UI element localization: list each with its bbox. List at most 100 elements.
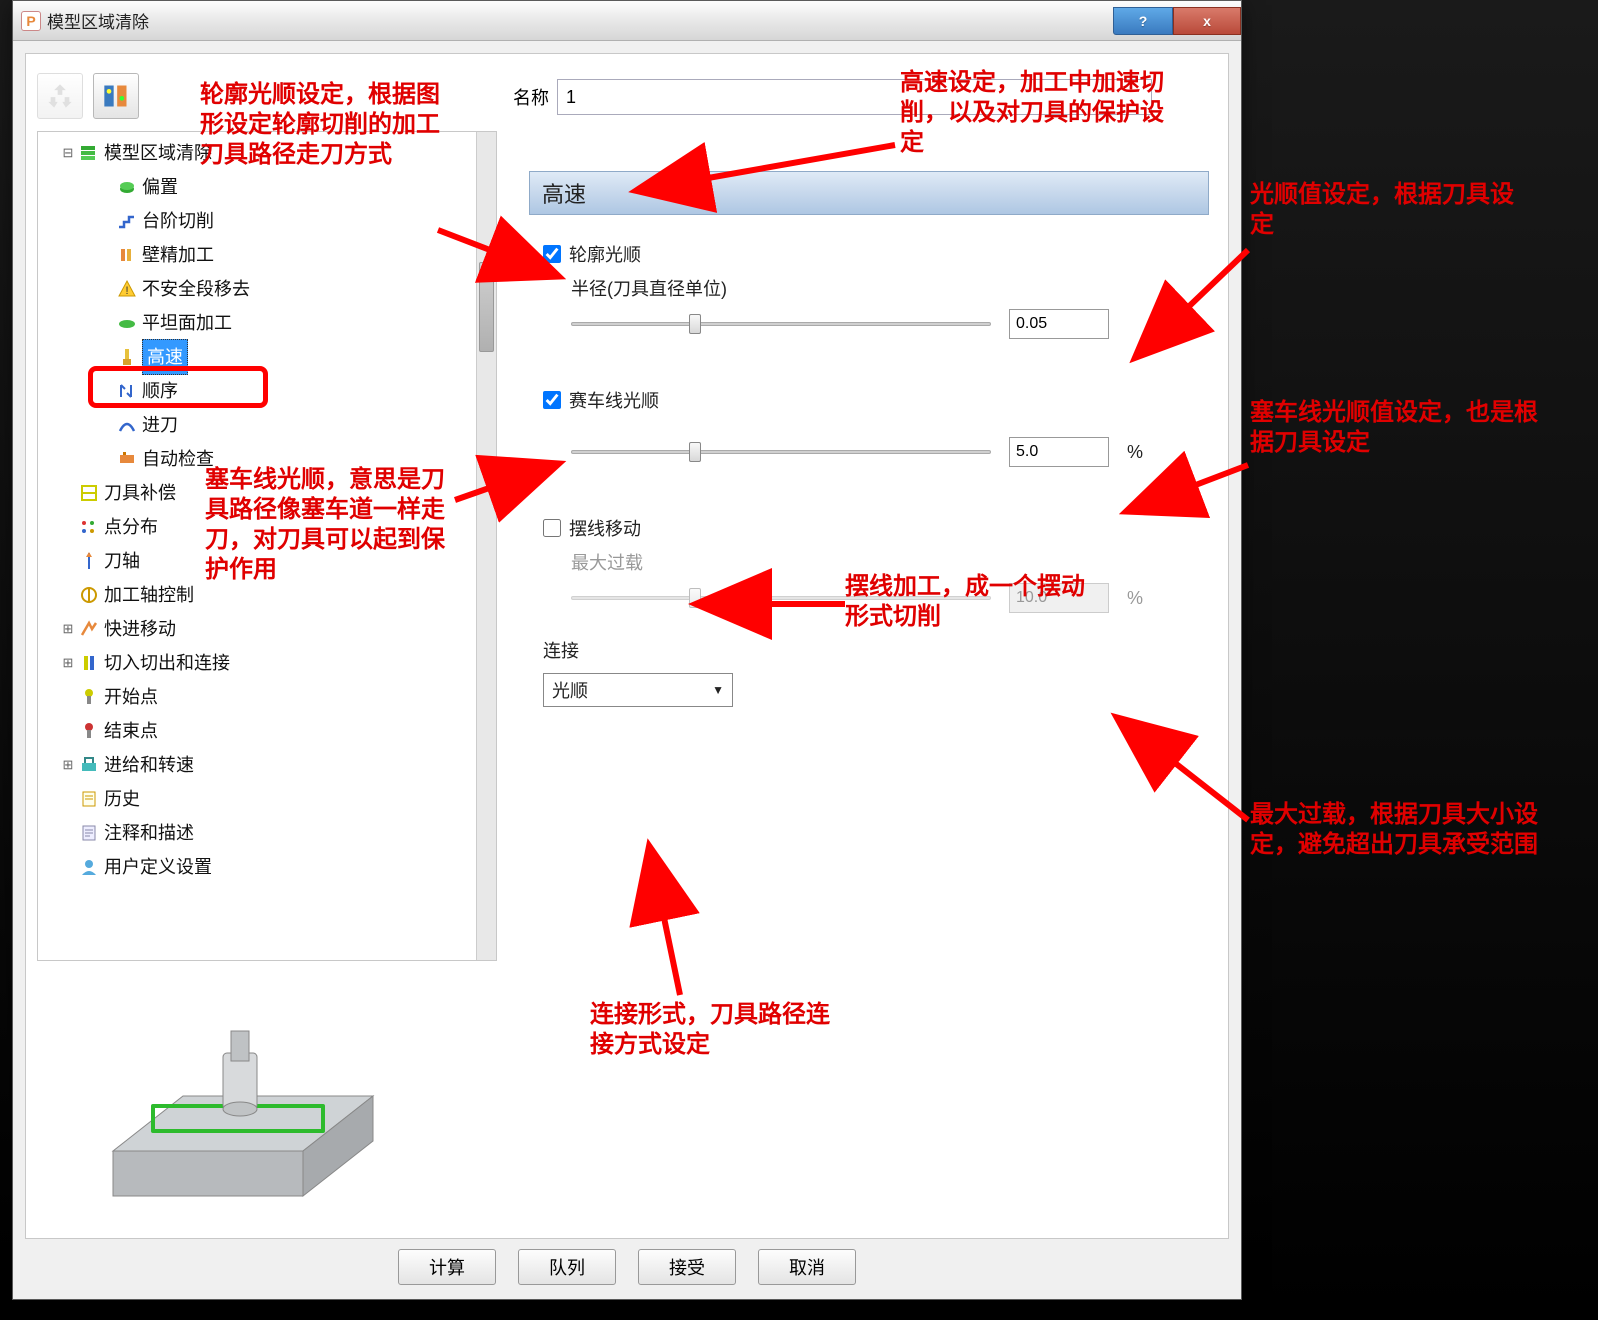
tree-item[interactable]: 进刀 (40, 408, 494, 442)
dropdown-arrow-icon: ▼ (712, 683, 724, 697)
strategy-button[interactable] (93, 73, 139, 119)
order-blue-icon (116, 380, 138, 402)
leads-icon (78, 652, 100, 674)
strategy-tree[interactable]: ⊟模型区域清除偏置台阶切削壁精加工!不安全段移去平坦面加工高速顺序进刀自动检查刀… (37, 131, 497, 961)
dialog-window: P 模型区域清除 ? x ⊟模型区域清除偏置台阶切削壁精加工!不安全段移去平坦面… (12, 0, 1242, 1300)
comp-yellow-icon (78, 482, 100, 504)
connect-label: 连接 (543, 637, 1203, 663)
tree-item-label: 快进移动 (104, 612, 176, 646)
expand-icon[interactable]: ⊟ (60, 136, 76, 170)
calculate-button[interactable]: 计算 (398, 1249, 496, 1285)
window-title: 模型区域清除 (47, 8, 149, 33)
tree-item-label: 历史 (104, 782, 140, 816)
tree-item[interactable]: ! 不安全段移去 (40, 272, 494, 306)
radius-label: 半径(刀具直径单位) (571, 275, 1203, 301)
notes-icon (78, 822, 100, 844)
strategy-preview (73, 1001, 413, 1241)
svg-text:!: ! (125, 285, 128, 297)
tree-item[interactable]: 高速 (40, 340, 494, 374)
tree-item-label: 台阶切削 (142, 204, 214, 238)
tree-item-label: 结束点 (104, 714, 158, 748)
tree-item-label: 高速 (142, 339, 188, 375)
tree-item-label: 刀具补偿 (104, 476, 176, 510)
step-blue-icon (116, 210, 138, 232)
wall-orange-icon (116, 244, 138, 266)
stack-green-icon (78, 142, 100, 164)
max-overload-label: 最大过载 (571, 549, 1203, 575)
tree-item[interactable]: 平坦面加工 (40, 306, 494, 340)
tool-yellow-icon (116, 346, 138, 368)
tree-item[interactable]: 结束点 (40, 714, 494, 748)
toolpath-name-input[interactable] (557, 79, 1152, 115)
raceline-smoothing-checkbox[interactable] (543, 391, 561, 409)
trochoidal-checkbox[interactable] (543, 519, 561, 537)
tree-item[interactable]: 刀具补偿 (40, 476, 494, 510)
tree-item-label: 偏置 (142, 170, 178, 204)
expand-icon[interactable]: ⊞ (60, 646, 76, 680)
close-button[interactable]: x (1173, 7, 1241, 35)
titlebar: P 模型区域清除 ? x (13, 1, 1241, 41)
tree-item[interactable]: ⊞ 快进移动 (40, 612, 494, 646)
name-label: 名称 (513, 84, 549, 110)
radius-input[interactable] (1009, 309, 1109, 339)
dots-red-icon (78, 516, 100, 538)
annotation-max-overload: 最大过载，根据刀具大小设定，避免超出刀具承受范围 (1250, 800, 1550, 860)
annotation-raceline-value: 塞车线光顺值设定，也是根据刀具设定 (1250, 398, 1550, 458)
tree-item-label: 刀轴 (104, 544, 140, 578)
tree-item-label: 平坦面加工 (142, 306, 232, 340)
max-overload-unit: % (1127, 588, 1143, 609)
tree-item[interactable]: 开始点 (40, 680, 494, 714)
axis-icon (78, 550, 100, 572)
tree-item-label: 顺序 (142, 374, 178, 408)
start-icon (78, 686, 100, 708)
tree-item[interactable]: ⊟模型区域清除 (40, 136, 494, 170)
profile-smoothing-checkbox[interactable] (543, 245, 561, 263)
tree-item[interactable]: 偏置 (40, 170, 494, 204)
raceline-input[interactable] (1009, 437, 1109, 467)
raceline-unit: % (1127, 442, 1143, 463)
raceline-slider[interactable] (571, 439, 991, 465)
tree-item-label: 加工轴控制 (104, 578, 194, 612)
tree-item[interactable]: 壁精加工 (40, 238, 494, 272)
history-icon (78, 788, 100, 810)
flat-green-icon (116, 312, 138, 334)
tree-item[interactable]: 历史 (40, 782, 494, 816)
tree-item[interactable]: 注释和描述 (40, 816, 494, 850)
tree-item[interactable]: 刀轴 (40, 544, 494, 578)
connect-select[interactable]: 光顺 ▼ (543, 673, 733, 707)
tree-scrollbar[interactable] (476, 132, 496, 960)
user-icon (78, 856, 100, 878)
help-button[interactable]: ? (1113, 7, 1173, 35)
tree-item[interactable]: 加工轴控制 (40, 578, 494, 612)
tree-item-label: 进刀 (142, 408, 178, 442)
feed-icon (78, 754, 100, 776)
expand-icon[interactable]: ⊞ (60, 612, 76, 646)
tree-item[interactable]: 台阶切削 (40, 204, 494, 238)
accept-button[interactable]: 接受 (638, 1249, 736, 1285)
cancel-button[interactable]: 取消 (758, 1249, 856, 1285)
tree-item-label: 切入切出和连接 (104, 646, 230, 680)
tree-item-label: 不安全段移去 (142, 272, 250, 306)
auto-orange-icon (116, 448, 138, 470)
tree-item[interactable]: 点分布 (40, 510, 494, 544)
tree-item-label: 开始点 (104, 680, 158, 714)
tree-item-label: 自动检查 (142, 442, 214, 476)
recycle-button[interactable] (37, 73, 83, 119)
app-icon: P (21, 11, 41, 31)
tree-item[interactable]: 顺序 (40, 374, 494, 408)
max-overload-slider (571, 585, 991, 611)
tree-item[interactable]: 自动检查 (40, 442, 494, 476)
max-overload-input (1009, 583, 1109, 613)
tree-item[interactable]: ⊞ 切入切出和连接 (40, 646, 494, 680)
tree-item[interactable]: 用户定义设置 (40, 850, 494, 884)
radius-slider[interactable] (571, 311, 991, 337)
lead-blue-icon (116, 414, 138, 436)
queue-button[interactable]: 队列 (518, 1249, 616, 1285)
rapid-icon (78, 618, 100, 640)
axisctrl-icon (78, 584, 100, 606)
end-icon (78, 720, 100, 742)
tree-item[interactable]: ⊞进给和转速 (40, 748, 494, 782)
expand-icon[interactable]: ⊞ (60, 748, 76, 782)
raceline-smoothing-label: 赛车线光顺 (569, 387, 659, 413)
tree-item-label: 点分布 (104, 510, 158, 544)
